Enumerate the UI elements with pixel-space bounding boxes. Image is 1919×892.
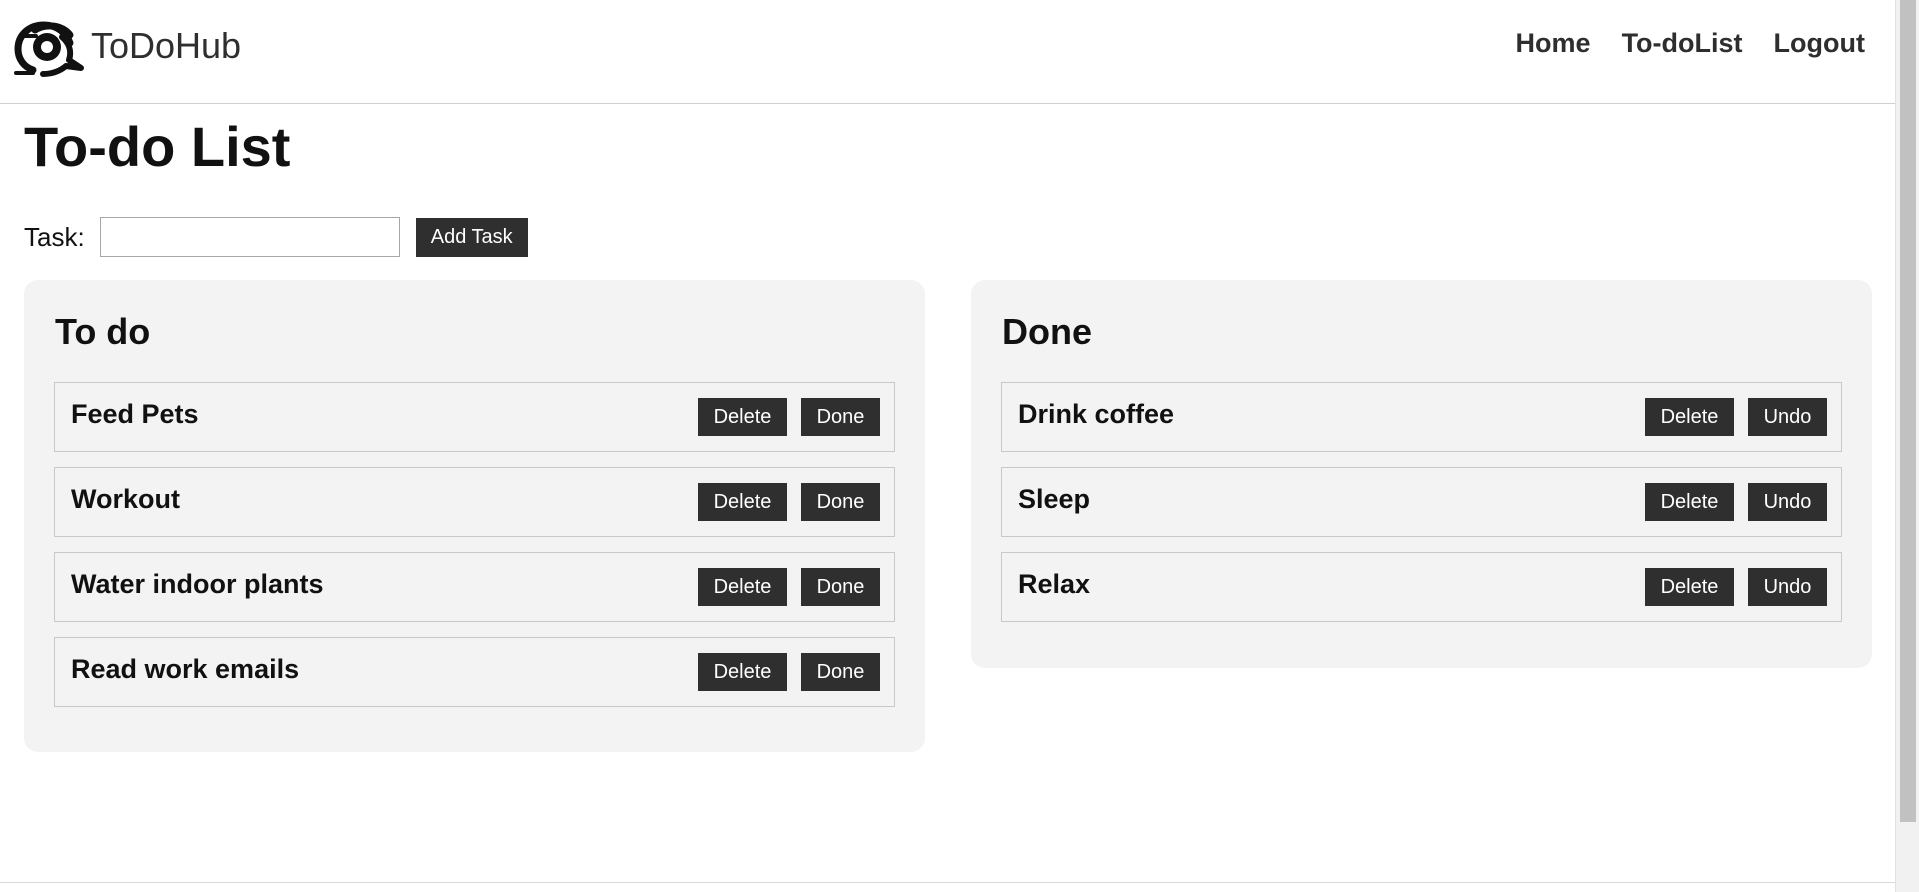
todo-item-water-indoor-plants: Water indoor plants Delete Done bbox=[54, 552, 895, 622]
done-feed-pets-button[interactable]: Done bbox=[801, 398, 880, 436]
task-text: Drink coffee bbox=[1018, 399, 1175, 429]
speech-bubble-logo-icon bbox=[14, 20, 91, 77]
done-panel-title: Done bbox=[1002, 311, 1092, 352]
undo-drink-coffee-button[interactable]: Undo bbox=[1748, 398, 1827, 436]
add-task-form: Task: Add Task bbox=[24, 216, 528, 258]
scrollbar-thumb[interactable] bbox=[1900, 0, 1916, 822]
delete-workout-button[interactable]: Delete bbox=[698, 483, 787, 521]
delete-relax-button[interactable]: Delete bbox=[1645, 568, 1734, 606]
done-item-relax: Relax Delete Undo bbox=[1001, 552, 1842, 622]
done-read-work-emails-button[interactable]: Done bbox=[801, 653, 880, 691]
todo-page: ToDoHub Home To-doList Logout To-do List… bbox=[0, 0, 1895, 892]
delete-sleep-button[interactable]: Delete bbox=[1645, 483, 1734, 521]
delete-water-indoor-plants-button[interactable]: Delete bbox=[698, 568, 787, 606]
page-title: To-do List bbox=[24, 115, 291, 178]
undo-relax-button[interactable]: Undo bbox=[1748, 568, 1827, 606]
top-navbar: ToDoHub Home To-doList Logout bbox=[0, 0, 1895, 104]
brand[interactable]: ToDoHub bbox=[14, 18, 241, 78]
main-navigation: Home To-doList Logout bbox=[1516, 30, 1865, 57]
todo-panel: To do Feed Pets Delete Done Workout Dele… bbox=[24, 280, 925, 752]
todo-item-feed-pets: Feed Pets Delete Done bbox=[54, 382, 895, 452]
brand-name: ToDoHub bbox=[91, 25, 242, 66]
done-item-sleep: Sleep Delete Undo bbox=[1001, 467, 1842, 537]
task-text: Sleep bbox=[1018, 484, 1091, 514]
task-text: Workout bbox=[71, 484, 180, 514]
done-workout-button[interactable]: Done bbox=[801, 483, 880, 521]
delete-drink-coffee-button[interactable]: Delete bbox=[1645, 398, 1734, 436]
task-input[interactable] bbox=[99, 217, 400, 257]
nav-home-link[interactable]: Home bbox=[1516, 30, 1591, 57]
undo-sleep-button[interactable]: Undo bbox=[1748, 483, 1827, 521]
task-text: Feed Pets bbox=[71, 399, 199, 429]
add-task-button[interactable]: Add Task bbox=[415, 217, 528, 257]
delete-feed-pets-button[interactable]: Delete bbox=[698, 398, 787, 436]
todo-item-workout: Workout Delete Done bbox=[54, 467, 895, 537]
task-text: Water indoor plants bbox=[71, 569, 324, 599]
todo-panel-title: To do bbox=[55, 311, 151, 352]
delete-read-work-emails-button[interactable]: Delete bbox=[698, 653, 787, 691]
todo-item-read-work-emails: Read work emails Delete Done bbox=[54, 637, 895, 707]
page-bottom-divider bbox=[0, 882, 1895, 883]
nav-logout-link[interactable]: Logout bbox=[1774, 30, 1865, 57]
done-panel: Done Drink coffee Delete Undo Sleep Dele… bbox=[971, 280, 1872, 668]
done-water-indoor-plants-button[interactable]: Done bbox=[801, 568, 880, 606]
task-label: Task: bbox=[24, 221, 85, 252]
nav-todolist-link[interactable]: To-doList bbox=[1622, 30, 1743, 57]
browser-viewport: ToDoHub Home To-doList Logout To-do List… bbox=[0, 0, 1919, 892]
task-text: Relax bbox=[1018, 569, 1091, 599]
vertical-scrollbar[interactable] bbox=[1895, 0, 1919, 892]
done-item-drink-coffee: Drink coffee Delete Undo bbox=[1001, 382, 1842, 452]
task-text: Read work emails bbox=[71, 654, 300, 684]
